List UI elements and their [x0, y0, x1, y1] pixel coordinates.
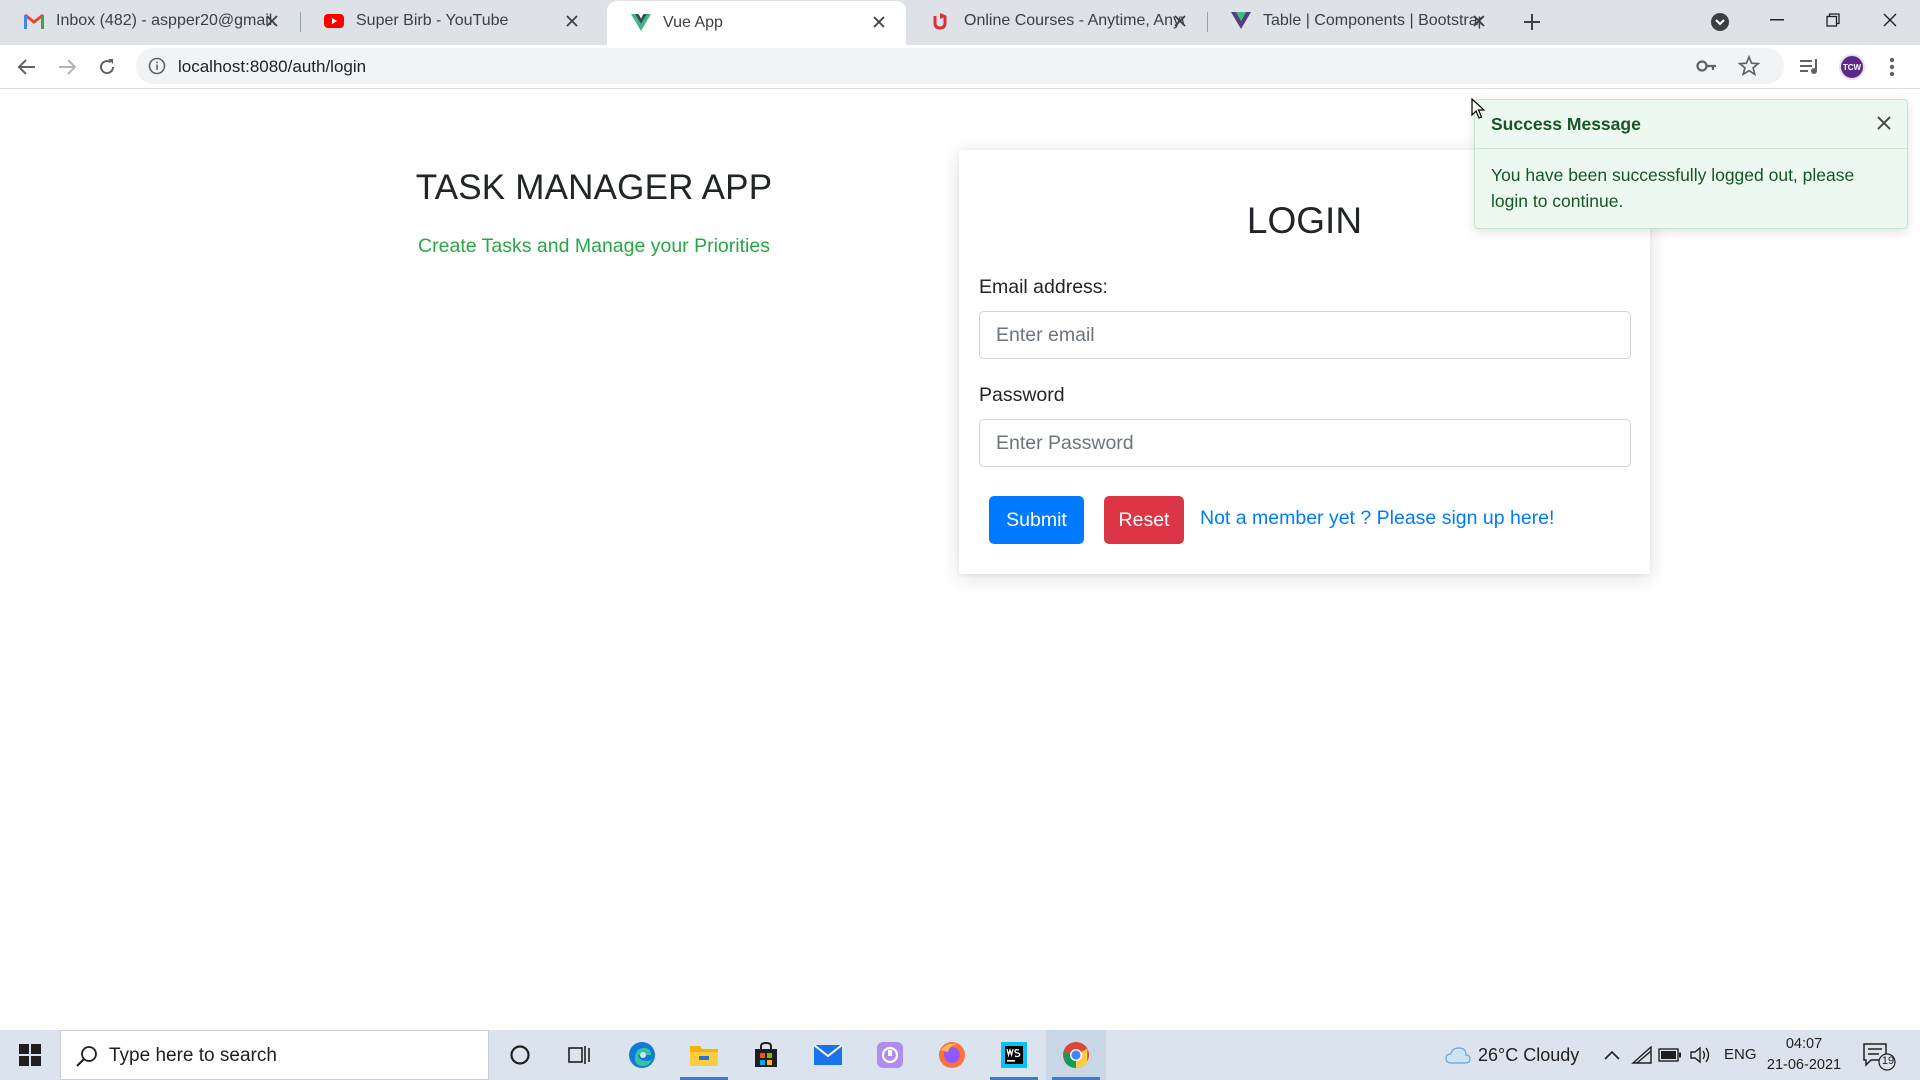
- windows-taskbar: Type here to search 26°C Cloudy ENG 04:0…: [0, 1030, 1920, 1080]
- browser-tab-strip: Inbox (482) - aspper20@gmail.com Super B…: [0, 0, 1920, 45]
- tab-title: Vue App: [663, 14, 723, 31]
- signup-link[interactable]: Not a member yet ? Please sign up here!: [1200, 507, 1554, 530]
- taskbar-search-placeholder: Type here to search: [109, 1045, 277, 1066]
- search-icon: [76, 1046, 97, 1067]
- clock-date: 21-06-2021: [1766, 1057, 1842, 1073]
- cortana-icon[interactable]: [490, 1030, 550, 1080]
- reset-button[interactable]: Reset: [1104, 496, 1184, 544]
- gmail-icon: [24, 11, 44, 31]
- restore-icon[interactable]: [1810, 0, 1856, 40]
- success-toast: Success Message You have been successful…: [1474, 99, 1908, 229]
- mail-icon[interactable]: [798, 1030, 858, 1080]
- system-clock[interactable]: 04:07 21-06-2021: [1764, 1034, 1844, 1076]
- language-indicator[interactable]: ENG: [1724, 1046, 1757, 1063]
- submit-button[interactable]: Submit: [989, 496, 1084, 544]
- avatar: TCW: [1839, 54, 1865, 80]
- firefox-icon[interactable]: [922, 1030, 982, 1080]
- notification-center-icon[interactable]: 19: [1862, 1041, 1896, 1071]
- key-icon[interactable]: [1696, 56, 1718, 76]
- browser-tab-gmail[interactable]: Inbox (482) - aspper20@gmail.com: [0, 0, 299, 41]
- windows-start-icon[interactable]: [0, 1030, 60, 1080]
- profile-avatar[interactable]: TCW: [1836, 51, 1868, 83]
- bootstrapvue-icon: [1231, 11, 1251, 31]
- vue-icon: [631, 13, 651, 33]
- wifi-icon[interactable]: [1630, 1043, 1654, 1067]
- close-tab-icon[interactable]: [868, 11, 890, 33]
- forward-icon[interactable]: [51, 51, 83, 83]
- close-window-icon[interactable]: [1867, 0, 1913, 40]
- mouse-cursor-icon: [1471, 98, 1485, 119]
- udemy-icon: [932, 11, 952, 31]
- toast-header: Success Message: [1475, 100, 1907, 149]
- tab-search-icon[interactable]: [1706, 8, 1734, 36]
- back-icon[interactable]: [11, 51, 43, 83]
- bookmark-star-icon[interactable]: [1737, 54, 1761, 77]
- battery-icon[interactable]: [1658, 1043, 1682, 1067]
- address-bar[interactable]: localhost:8080/auth/login: [136, 48, 1784, 84]
- webstorm-icon[interactable]: [984, 1030, 1044, 1080]
- weather-cloud-icon[interactable]: [1444, 1043, 1472, 1067]
- minimize-icon[interactable]: [1754, 0, 1800, 40]
- youtube-icon: [324, 11, 344, 31]
- tab-title: Online Courses - Anytime, Anywhere: [964, 11, 1184, 29]
- app-title: TASK MANAGER APP: [415, 168, 773, 207]
- browser-menu-icon[interactable]: [1876, 51, 1908, 83]
- toast-title: Success Message: [1491, 114, 1641, 134]
- new-tab-icon[interactable]: [1518, 8, 1546, 36]
- tab-title: Table | Components | BootstrapVue: [1263, 11, 1483, 29]
- browser-tab-udemy[interactable]: Online Courses - Anytime, Anywhere: [908, 0, 1207, 41]
- close-tab-icon[interactable]: [561, 10, 583, 32]
- weather-text[interactable]: 26°C Cloudy: [1478, 1045, 1579, 1066]
- email-label: Email address:: [979, 276, 1108, 298]
- taskbar-search-box[interactable]: Type here to search: [60, 1030, 489, 1080]
- task-view-icon[interactable]: [550, 1030, 610, 1080]
- url-text[interactable]: localhost:8080/auth/login: [178, 57, 366, 77]
- toast-message: You have been successfully logged out, p…: [1491, 165, 1855, 211]
- tab-title: Super Birb - YouTube: [356, 11, 509, 29]
- chrome-icon[interactable]: [1046, 1030, 1106, 1080]
- password-field[interactable]: [979, 419, 1631, 467]
- browser-tab-youtube[interactable]: Super Birb - YouTube: [300, 0, 599, 41]
- file-explorer-icon[interactable]: [674, 1030, 734, 1080]
- clock-time: 04:07: [1785, 1036, 1823, 1052]
- tab-title: Inbox (482) - aspper20@gmail.com: [56, 11, 276, 29]
- browser-tab-vue-app[interactable]: Vue App: [607, 1, 906, 45]
- site-info-icon[interactable]: [148, 57, 166, 75]
- close-icon[interactable]: [1873, 112, 1895, 134]
- close-tab-icon[interactable]: [1169, 10, 1191, 32]
- reload-icon[interactable]: [91, 51, 123, 83]
- email-field[interactable]: [979, 311, 1631, 359]
- password-label: Password: [979, 384, 1065, 406]
- notification-count: 19: [1881, 1055, 1895, 1067]
- chevron-up-icon[interactable]: [1600, 1043, 1624, 1067]
- microsoft-store-icon[interactable]: [736, 1030, 796, 1080]
- app-subtitle: Create Tasks and Manage your Priorities: [418, 235, 770, 257]
- close-tab-icon[interactable]: [261, 10, 283, 32]
- browser-toolbar: localhost:8080/auth/login TCW: [0, 45, 1920, 89]
- edge-icon[interactable]: [612, 1030, 672, 1080]
- volume-icon[interactable]: [1688, 1043, 1712, 1067]
- browser-tab-bootstrapvue[interactable]: Table | Components | BootstrapVue: [1207, 0, 1506, 41]
- media-queue-icon[interactable]: [1794, 51, 1826, 83]
- close-tab-icon[interactable]: [1468, 10, 1490, 32]
- app-icon[interactable]: [860, 1030, 920, 1080]
